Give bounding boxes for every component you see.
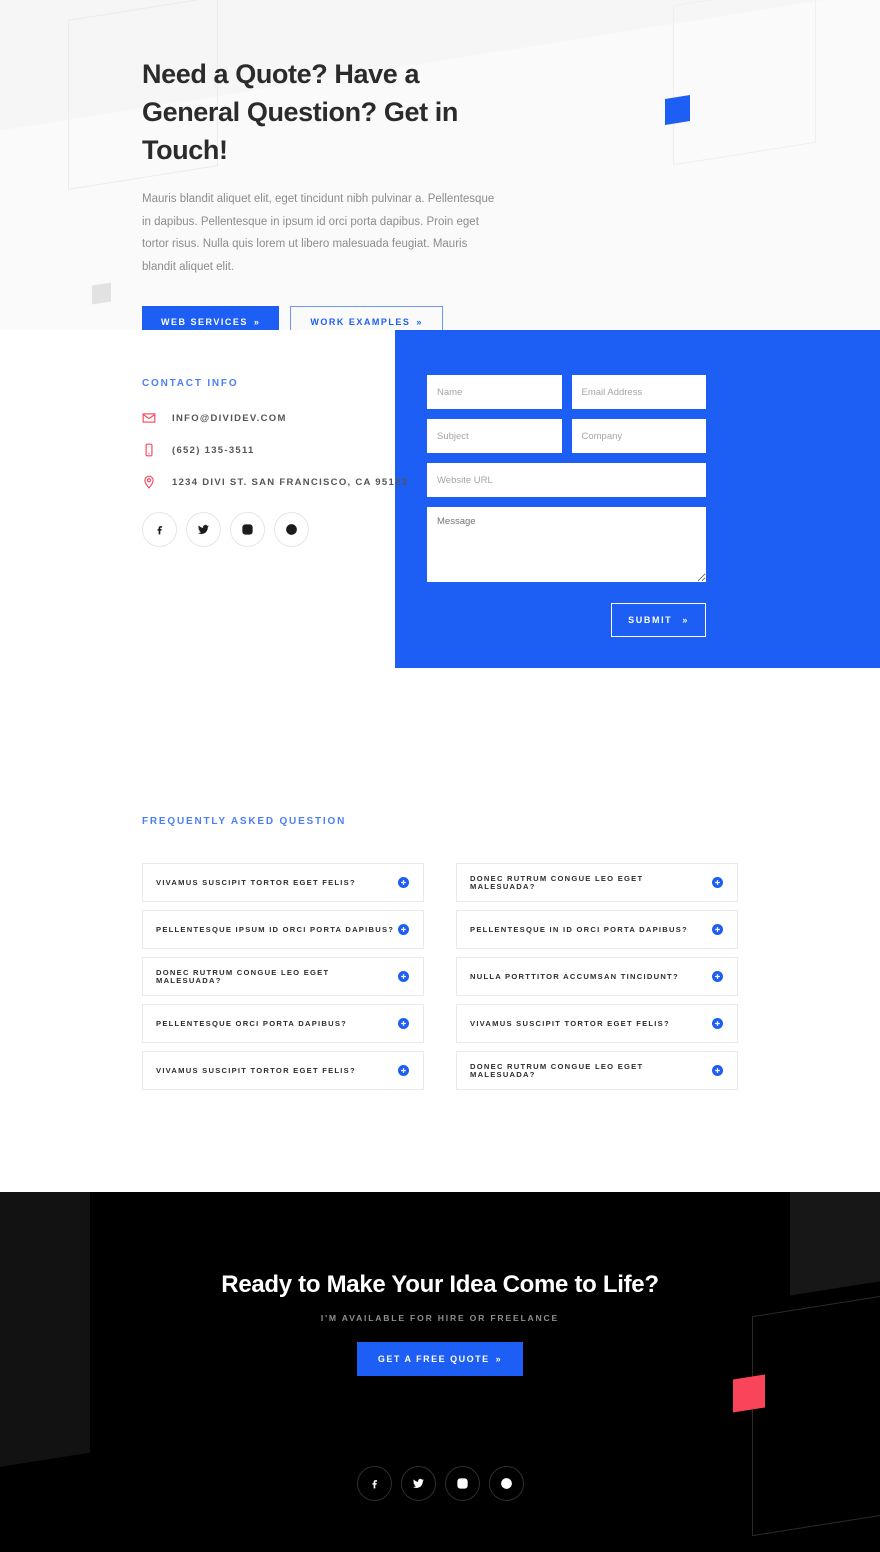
faq-item[interactable]: Pellentesque ipsum id orci porta dapibus… <box>142 910 424 949</box>
name-input[interactable] <box>427 375 562 409</box>
plus-icon[interactable] <box>712 877 723 888</box>
twitter-icon[interactable] <box>186 512 221 547</box>
footer-content: Ready to Make Your Idea Come to Life? I'… <box>0 1192 880 1501</box>
faq-item[interactable]: Pellentesque orci porta dapibus? <box>142 1004 424 1043</box>
website-input[interactable] <box>427 463 706 497</box>
faq-column-right: Donec rutrum congue leo eget malesuada? … <box>456 863 738 1098</box>
facebook-icon[interactable] <box>142 512 177 547</box>
faq-heading: Frequently Asked Question <box>142 816 347 827</box>
form-row-2 <box>427 419 706 453</box>
faq-item[interactable]: Nulla porttitor accumsan tincidunt? <box>456 957 738 996</box>
get-free-quote-label: Get a Free Quote <box>377 1354 490 1364</box>
footer-social-links <box>0 1466 880 1501</box>
hero-button-group: Web Services » Work Examples » <box>142 306 880 330</box>
company-input[interactable] <box>571 419 706 453</box>
faq-item[interactable]: Donec rutrum congue leo eget malesuada? <box>456 863 738 902</box>
submit-row: Submit » <box>427 603 706 637</box>
contact-address-text: 1234 DIVI ST. SAN FRANCISCO, CA 95123 <box>172 476 409 488</box>
dribbble-icon[interactable] <box>488 1466 524 1501</box>
plus-icon[interactable] <box>712 971 723 982</box>
contact-form: Submit » <box>427 375 706 637</box>
instagram-icon[interactable] <box>444 1466 480 1501</box>
faq-item[interactable]: Vivamus suscipit tortor eget felis? <box>142 863 424 902</box>
email-input[interactable] <box>571 375 706 409</box>
plus-icon[interactable] <box>398 1065 409 1076</box>
footer-title: Ready to Make Your Idea Come to Life? <box>221 1271 659 1298</box>
faq-question: Vivamus suscipit tortor eget felis? <box>156 1065 356 1075</box>
form-row-3 <box>427 463 706 497</box>
faq-item[interactable]: Donec rutrum congue leo eget malesuada? <box>456 1051 738 1090</box>
chevron-right-icon: » <box>253 317 261 327</box>
faq-column-left: Vivamus suscipit tortor eget felis? Pell… <box>142 863 424 1098</box>
hero-paragraph: Mauris blandit aliquet elit, eget tincid… <box>142 193 495 273</box>
plus-icon[interactable] <box>398 877 409 888</box>
chevron-right-icon: » <box>682 615 689 625</box>
page-title: Need a Quote? Have a General Question? G… <box>142 59 458 165</box>
plus-icon[interactable] <box>712 1018 723 1029</box>
hero-content: Need a Quote? Have a General Question? G… <box>0 0 880 330</box>
hero-section: Need a Quote? Have a General Question? G… <box>0 0 880 330</box>
get-free-quote-button[interactable]: Get a Free Quote » <box>356 1342 524 1376</box>
faq-question: Vivamus suscipit tortor eget felis? <box>156 877 356 887</box>
envelope-icon <box>142 411 160 425</box>
faq-question: Donec rutrum congue leo eget malesuada? <box>470 1061 644 1079</box>
form-row-4 <box>427 507 706 582</box>
work-examples-label: Work Examples <box>310 317 411 327</box>
plus-icon[interactable] <box>712 1065 723 1076</box>
work-examples-button[interactable]: Work Examples » <box>290 306 443 330</box>
faq-question: Pellentesque ipsum id orci porta dapibus… <box>156 924 395 934</box>
chevron-right-icon: » <box>416 317 423 327</box>
faq-question: Nulla porttitor accumsan tincidunt? <box>470 971 679 981</box>
twitter-icon[interactable] <box>400 1466 436 1501</box>
plus-icon[interactable] <box>398 1018 409 1029</box>
plus-icon[interactable] <box>712 924 723 935</box>
facebook-icon[interactable] <box>356 1466 392 1501</box>
contact-phone-text: (652) 135-3511 <box>172 444 255 456</box>
faq-item[interactable]: Vivamus suscipit tortor eget felis? <box>456 1004 738 1043</box>
map-pin-icon <box>142 475 160 489</box>
message-textarea[interactable] <box>427 507 706 582</box>
faq-section: Frequently Asked Question Vivamus suscip… <box>0 728 880 1192</box>
faq-question: Pellentesque orci porta dapibus? <box>156 1018 348 1028</box>
web-services-button[interactable]: Web Services » <box>142 306 280 330</box>
footer-cta-section: Ready to Make Your Idea Come to Life? I'… <box>0 1192 880 1552</box>
contact-email-text: INFO@DIVIDEV.COM <box>172 412 287 424</box>
faq-item[interactable]: Donec rutrum congue leo eget malesuada? <box>142 957 424 996</box>
submit-button[interactable]: Submit » <box>611 603 706 637</box>
form-row-1 <box>427 375 706 409</box>
faq-question: Pellentesque in id orci porta dapibus? <box>470 924 688 934</box>
web-services-label: Web Services <box>161 317 248 327</box>
instagram-icon[interactable] <box>230 512 265 547</box>
dribbble-icon[interactable] <box>274 512 309 547</box>
faq-grid: Vivamus suscipit tortor eget felis? Pell… <box>142 863 738 1098</box>
faq-question: Donec rutrum congue leo eget malesuada? <box>470 873 644 891</box>
plus-icon[interactable] <box>398 971 409 982</box>
faq-question: Vivamus suscipit tortor eget felis? <box>470 1018 670 1028</box>
plus-icon[interactable] <box>398 924 409 935</box>
footer-subtitle: I'm Available for Hire or Freelance <box>320 1313 560 1323</box>
submit-label: Submit <box>628 615 673 625</box>
subject-input[interactable] <box>427 419 562 453</box>
mobile-phone-icon <box>142 443 160 457</box>
contact-section: Contact Info INFO@DIVIDEV.COM (652) 135-… <box>0 330 880 728</box>
faq-item[interactable]: Pellentesque in id orci porta dapibus? <box>456 910 738 949</box>
chevron-right-icon: » <box>495 1354 503 1364</box>
footer-button-wrap: Get a Free Quote » <box>0 1342 880 1376</box>
faq-item[interactable]: Vivamus suscipit tortor eget felis? <box>142 1051 424 1090</box>
faq-question: Donec rutrum congue leo eget malesuada? <box>156 967 330 985</box>
